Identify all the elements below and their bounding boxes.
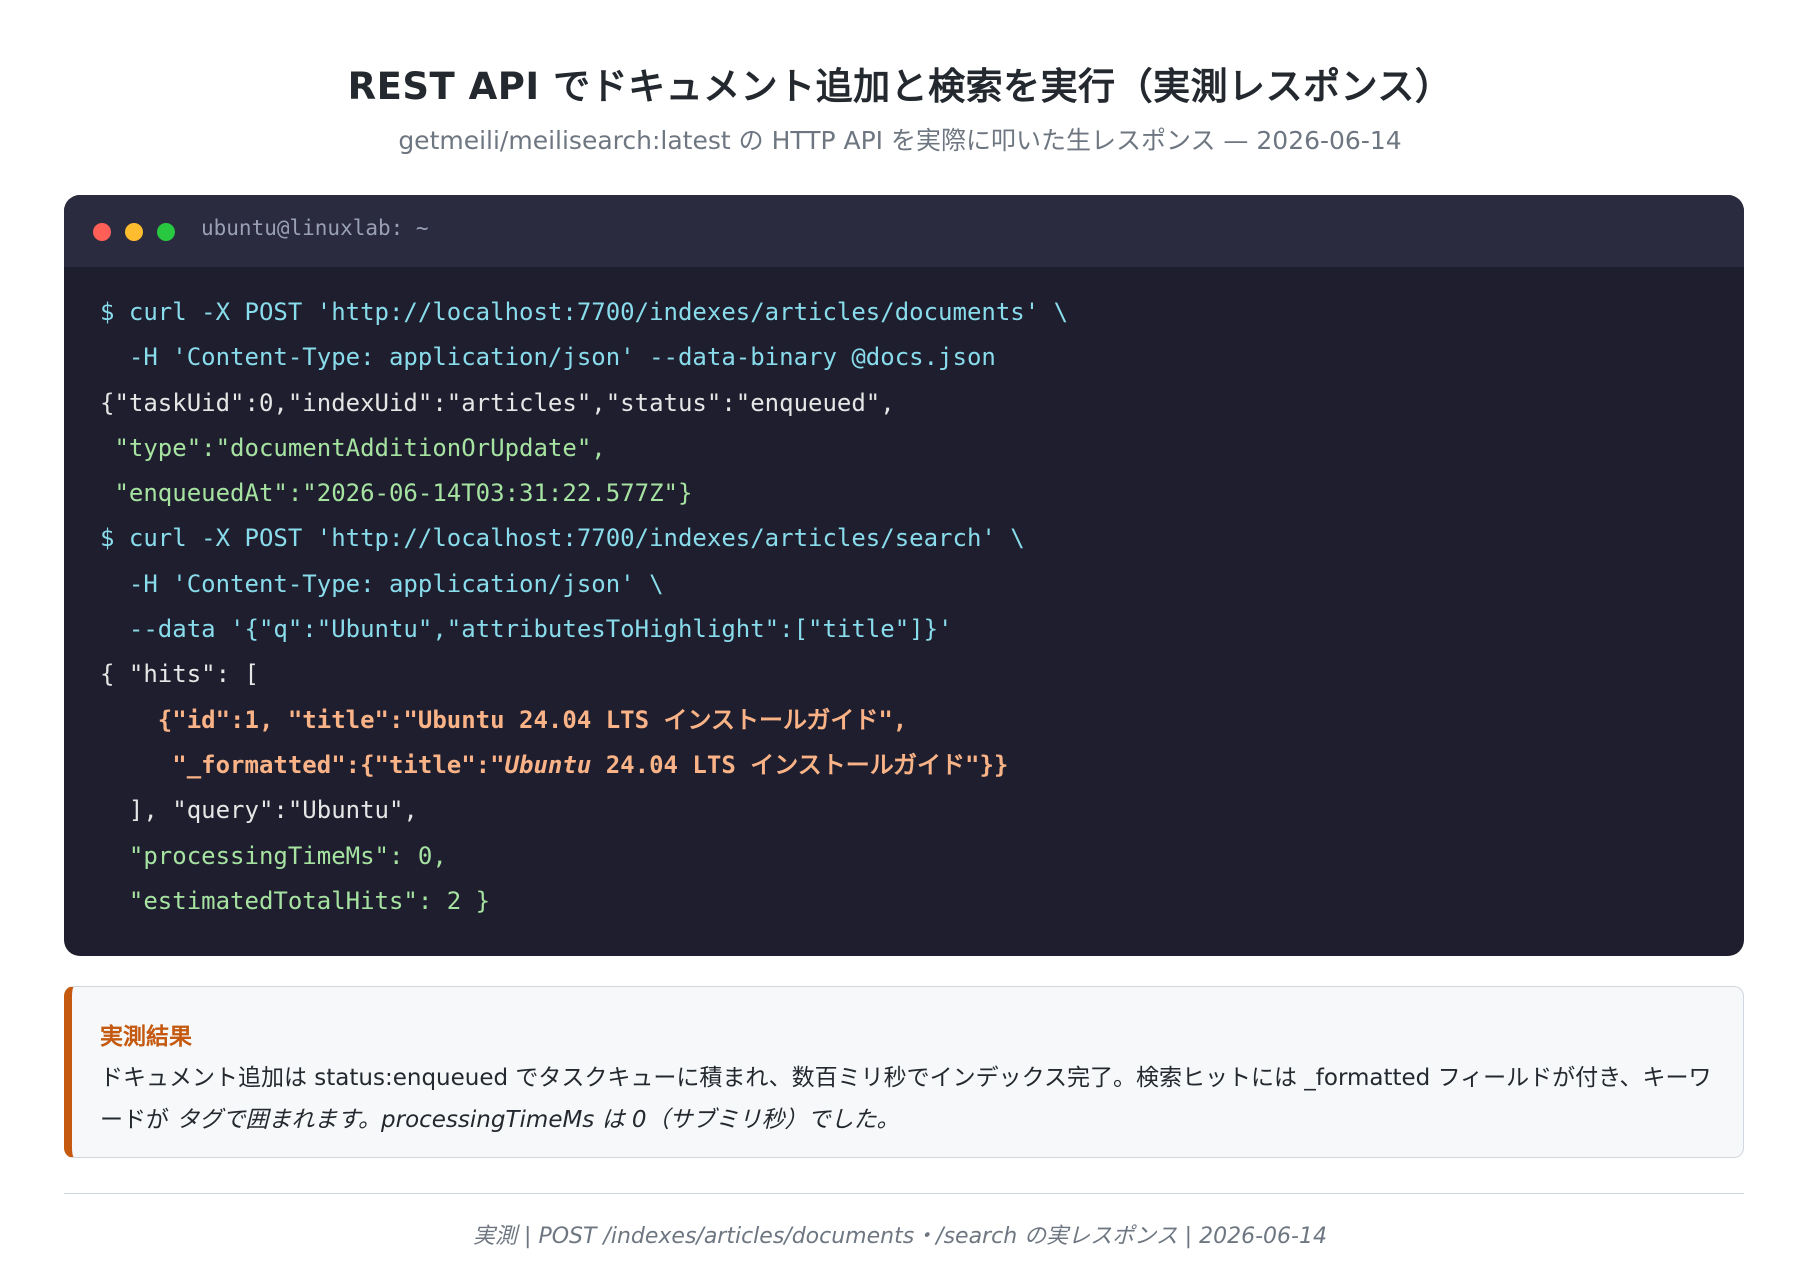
footer-divider — [64, 1193, 1744, 1194]
terminal-line-highlight: "_formatted":{"title":"Ubuntu 24.04 LTS … — [100, 743, 1724, 788]
close-window-dot-icon[interactable] — [93, 223, 111, 241]
terminal-line-command: $ curl -X POST 'http://localhost:7700/in… — [100, 524, 1025, 553]
note-text-italic: タグで囲まれます。processingTimeMs は 0（サブミリ秒）でした。 — [176, 1107, 900, 1133]
terminal-line-output: "type":"documentAdditionOrUpdate", — [100, 433, 606, 462]
page: REST API でドキュメント追加と検索を実行（実測レスポンス） getmei… — [0, 0, 1800, 1282]
footer-caption: 実測 | POST /indexes/articles/documents・/s… — [473, 1224, 1327, 1249]
terminal-line-output: { "hits": [ — [100, 660, 259, 689]
maximize-window-dot-icon[interactable] — [157, 223, 175, 241]
result-note: 実測結果 ドキュメント追加は status:enqueued でタスクキューに積… — [64, 986, 1744, 1158]
terminal-title: ubuntu@linuxlab: ~ — [201, 216, 429, 240]
minimize-window-dot-icon[interactable] — [125, 223, 143, 241]
note-title: 実測結果 — [100, 1024, 192, 1050]
terminal-line-highlight: {"id":1, "title":"Ubuntu 24.04 LTS インストー… — [100, 705, 908, 734]
note-text: ドキュメント追加は status:enqueued でタスクキューに積まれ、数百… — [100, 1057, 1717, 1141]
highlighted-keyword: Ubuntu — [504, 750, 592, 779]
formatted-prefix: "_formatted":{"title":" — [100, 750, 505, 779]
terminal-output[interactable]: $ curl -X POST 'http://localhost:7700/in… — [100, 290, 1724, 924]
page-title: REST API でドキュメント追加と検索を実行（実測レスポンス） — [347, 65, 1453, 108]
terminal-line-output: "estimatedTotalHits": 2 } — [100, 886, 491, 915]
terminal-line-output: {"taskUid":0,"indexUid":"articles","stat… — [100, 388, 895, 417]
terminal-titlebar: ubuntu@linuxlab: ~ — [64, 195, 1744, 267]
terminal-line-output: ], "query":"Ubuntu", — [100, 796, 418, 825]
terminal-line-output: "enqueuedAt":"2026-06-14T03:31:22.577Z"} — [100, 479, 693, 508]
terminal-line-command: --data '{"q":"Ubuntu","attributesToHighl… — [100, 615, 953, 644]
formatted-suffix: 24.04 LTS インストールガイド"}} — [591, 750, 1009, 779]
page-subtitle: getmeili/meilisearch:latest の HTTP API を… — [398, 126, 1402, 155]
terminal-line-command: -H 'Content-Type: application/json' --da… — [100, 343, 996, 372]
terminal-window: ubuntu@linuxlab: ~ $ curl -X POST 'http:… — [64, 195, 1744, 956]
terminal-line-command: $ curl -X POST 'http://localhost:7700/in… — [100, 298, 1069, 326]
terminal-line-output: "processingTimeMs": 0, — [100, 841, 447, 870]
terminal-line-command: -H 'Content-Type: application/json' \ — [100, 569, 664, 598]
